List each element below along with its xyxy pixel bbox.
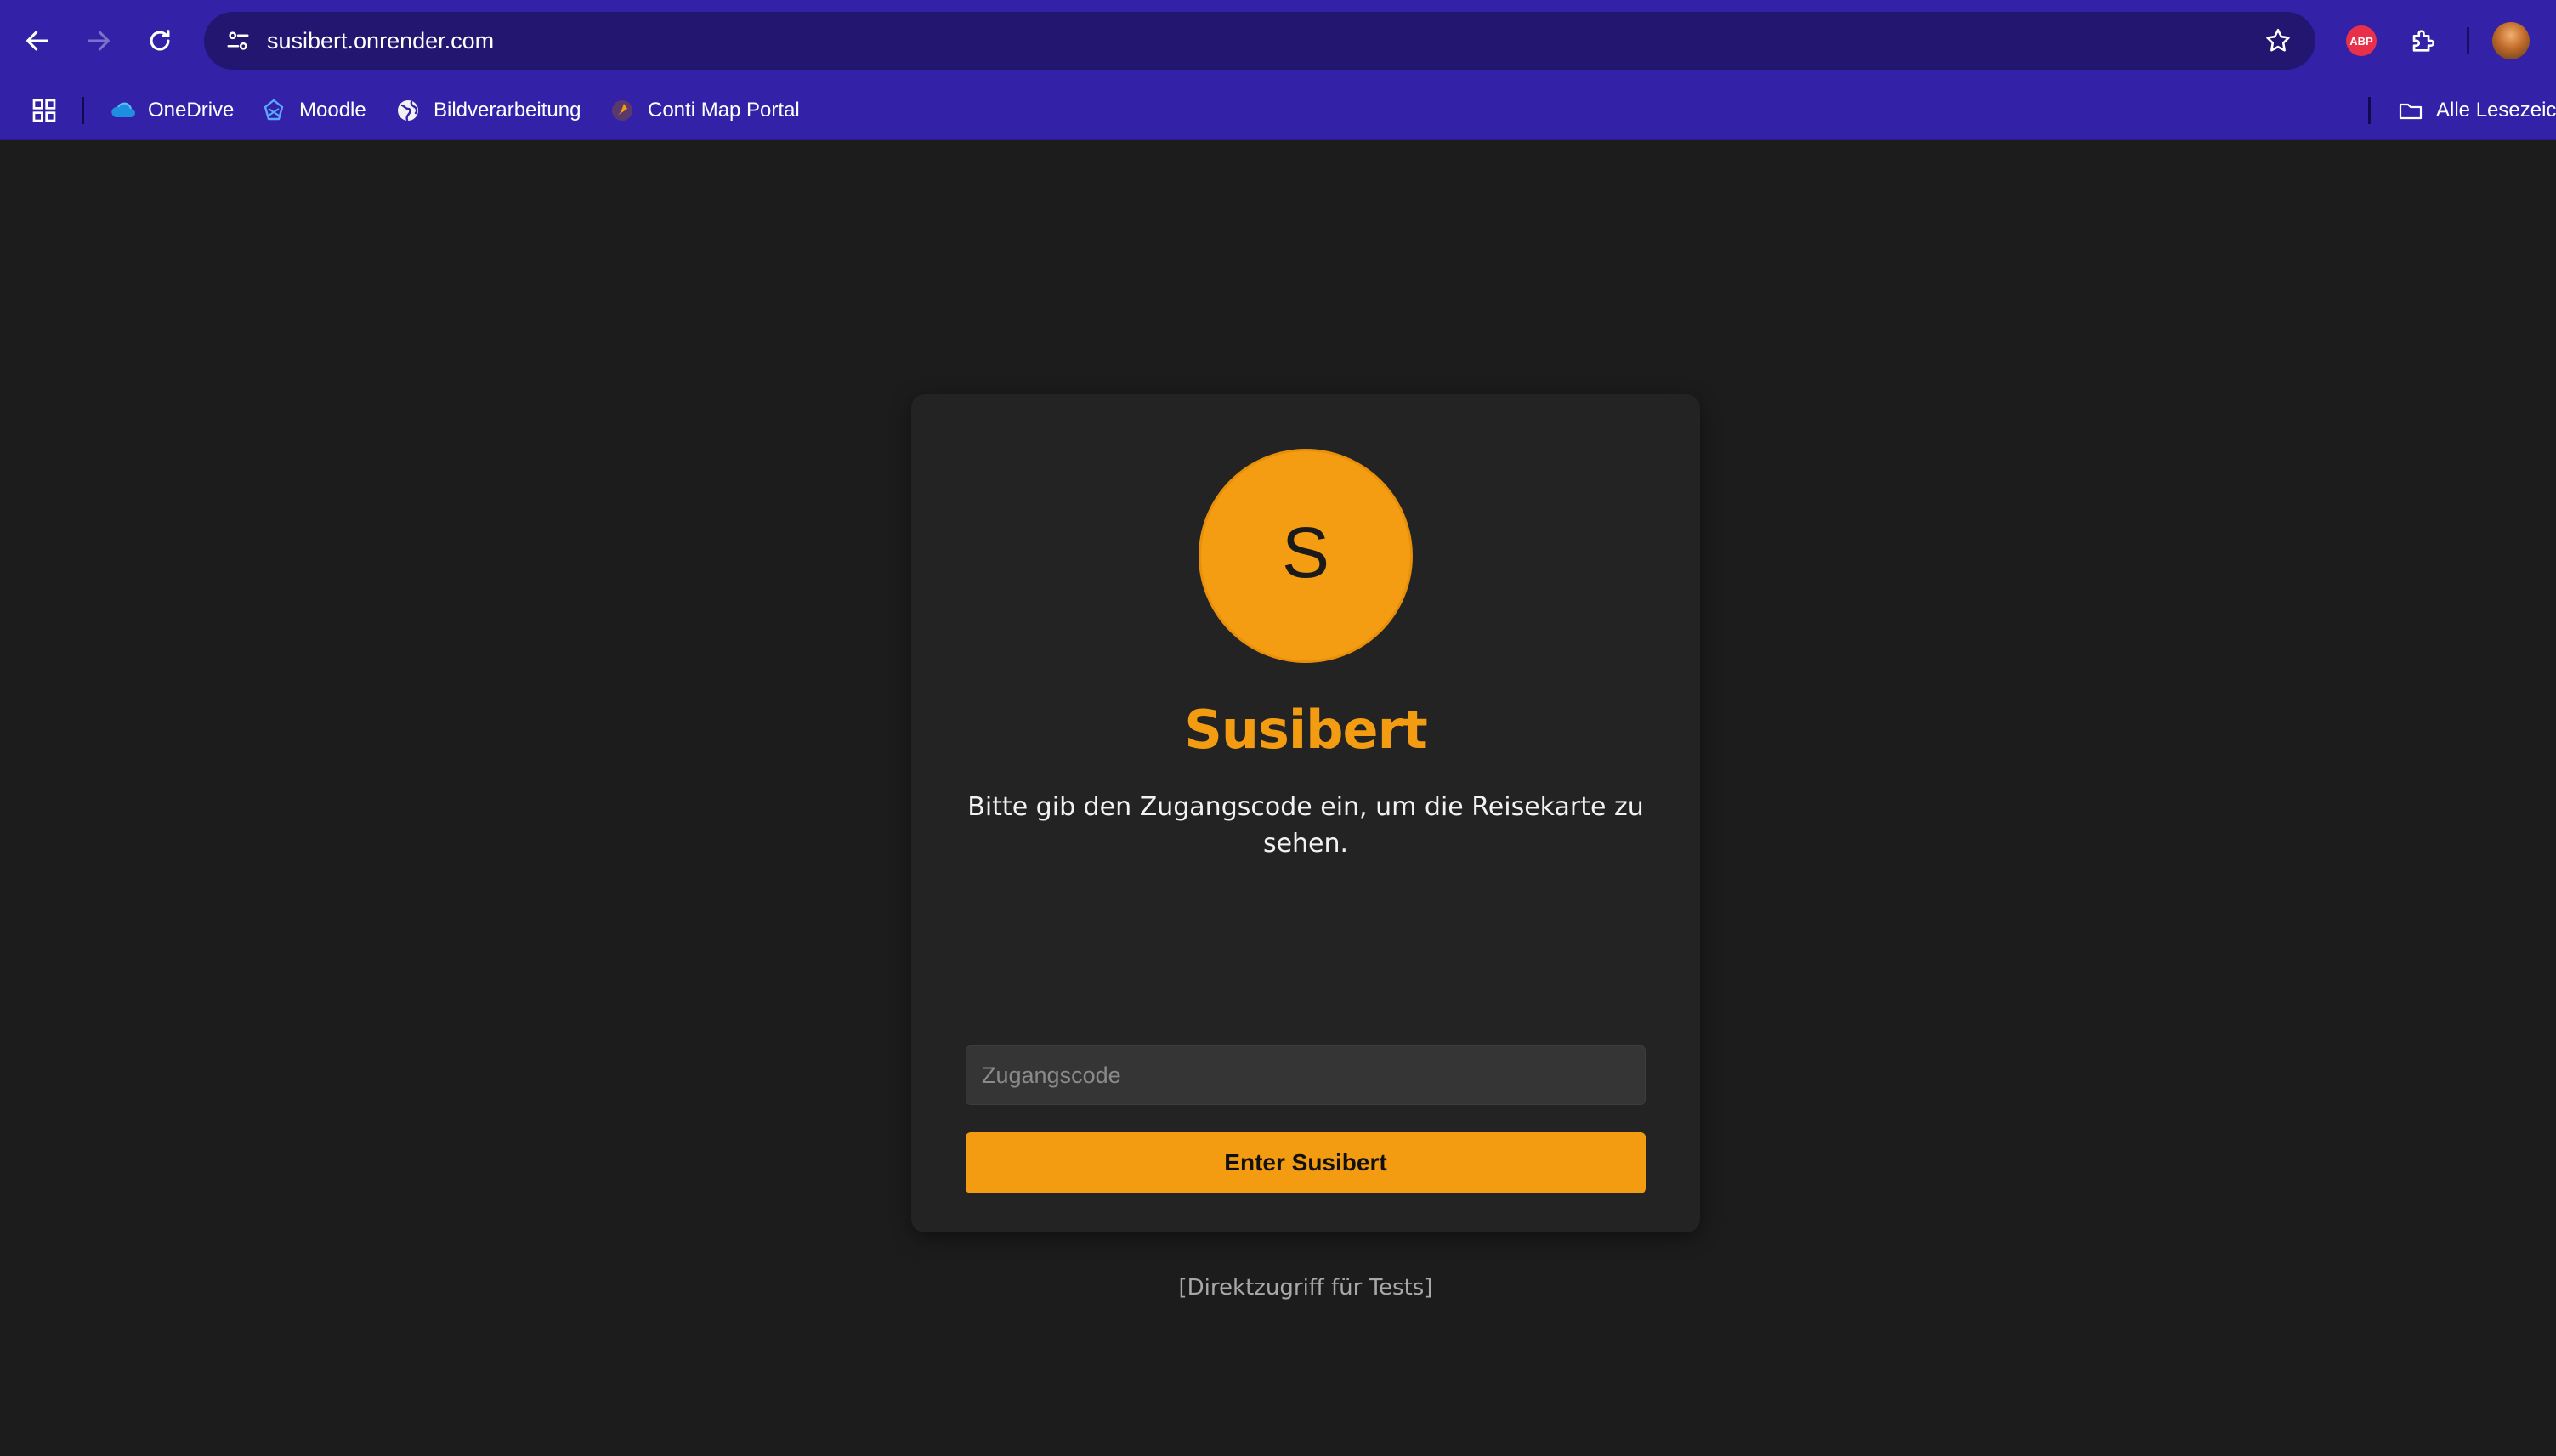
browser-chrome: susibert.onrender.com ABP OneDrive Moodl… (0, 0, 2556, 140)
all-bookmarks-button[interactable]: Alle Lesezeic (2390, 88, 2556, 133)
address-bar[interactable]: susibert.onrender.com (204, 12, 2315, 70)
page-title: Susibert (1184, 699, 1428, 761)
reload-icon (150, 30, 170, 51)
reload-button[interactable] (136, 17, 184, 65)
site-info-icon[interactable] (218, 20, 258, 61)
conti-icon (609, 97, 636, 124)
page-content: S Susibert Bitte gib den Zugangscode ein… (0, 141, 2556, 1456)
back-button[interactable] (14, 17, 61, 65)
login-card: S Susibert Bitte gib den Zugangscode ein… (911, 394, 1700, 1300)
arrow-right-icon (88, 31, 110, 51)
globe-icon (394, 97, 422, 124)
bookmark-label: Moodle (299, 99, 366, 122)
enter-button[interactable]: Enter Susibert (966, 1132, 1646, 1193)
bookmark-label: Conti Map Portal (648, 99, 800, 122)
instruction-text: Bitte gib den Zugangscode ein, um die Re… (967, 792, 1644, 858)
extensions-puzzle-icon[interactable] (2402, 20, 2443, 61)
all-bookmarks-label: Alle Lesezeic (2436, 99, 2556, 122)
profile-avatar[interactable] (2492, 22, 2530, 59)
onedrive-icon (109, 97, 136, 124)
access-code-field (966, 1045, 1646, 1105)
bookmark-bildverarbeitung[interactable]: Bildverarbeitung (388, 88, 587, 133)
direct-access-link[interactable]: [Direktzugriff für Tests] (911, 1275, 1700, 1300)
adblock-extension-icon[interactable]: ABP (2346, 25, 2377, 56)
bookmark-moodle[interactable]: Moodle (253, 88, 373, 133)
logo-avatar: S (1199, 449, 1413, 663)
browser-toolbar: susibert.onrender.com ABP (0, 0, 2556, 82)
bookmark-star-icon[interactable] (2258, 20, 2298, 61)
bookmark-conti-map-portal[interactable]: Conti Map Portal (602, 88, 807, 133)
access-code-input[interactable] (966, 1045, 1646, 1105)
bookmarks-divider (2368, 97, 2371, 124)
forward-button[interactable] (75, 17, 122, 65)
apps-grid-icon[interactable] (27, 93, 61, 127)
toolbar-divider (2467, 27, 2469, 54)
bookmark-label: Bildverarbeitung (434, 99, 581, 122)
url-text[interactable]: susibert.onrender.com (267, 12, 494, 70)
arrow-left-icon (26, 31, 48, 51)
bookmark-label: OneDrive (148, 99, 235, 122)
moodle-icon (260, 97, 287, 124)
logo-letter: S (1281, 513, 1330, 592)
bookmark-onedrive[interactable]: OneDrive (102, 88, 241, 133)
bookmarks-bar: OneDrive Moodle Bildverarbeitung Conti M… (0, 82, 2556, 139)
bookmarks-divider (82, 97, 84, 124)
folder-icon (2397, 97, 2424, 124)
